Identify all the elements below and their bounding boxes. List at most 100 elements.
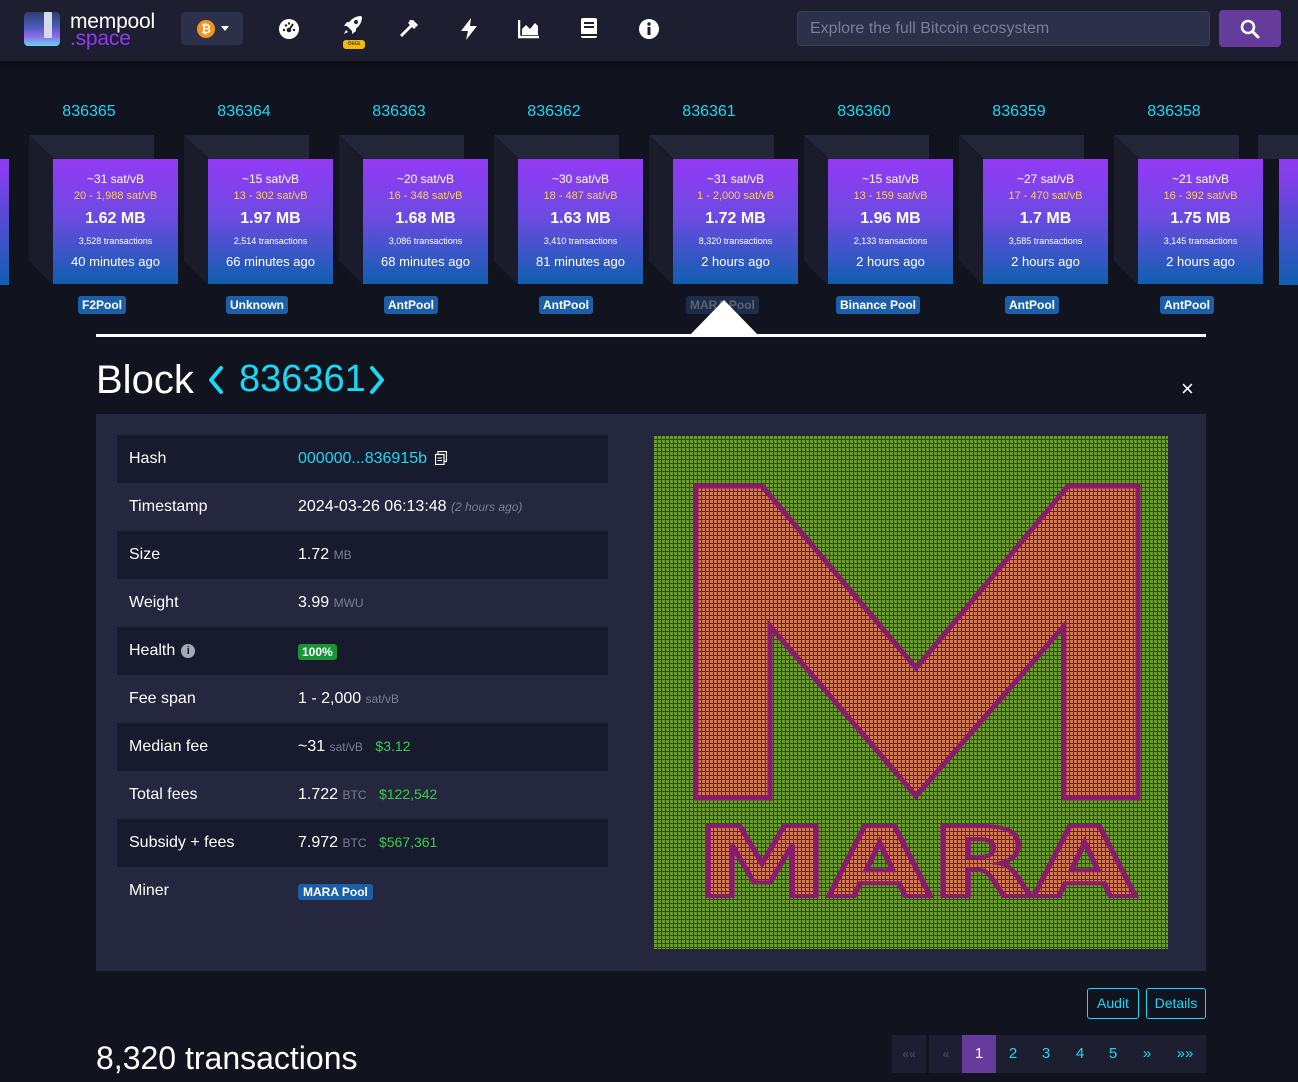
copy-icon[interactable] xyxy=(435,450,448,466)
block-hash-link[interactable]: 000000...836915b xyxy=(298,450,427,467)
block-height-link[interactable]: 836361 xyxy=(634,103,784,121)
hammer-icon[interactable] xyxy=(396,16,422,42)
lightning-icon[interactable] xyxy=(456,16,482,42)
pool-badge[interactable]: Binance Pool xyxy=(836,296,921,314)
pool-badge[interactable]: AntPool xyxy=(384,296,438,314)
block-cube-face: ~21 sat/vB 16 - 392 sat/vB 1.75 MB 3,145 tr… xyxy=(1138,159,1263,284)
block-time: 81 minutes ago xyxy=(536,254,625,269)
detail-value: 1 - 2,000 sat/vB xyxy=(298,690,399,708)
block-fee-range: 13 - 302 sat/vB xyxy=(233,190,308,202)
pool-badge[interactable]: AntPool xyxy=(1160,296,1214,314)
block-height-link[interactable]: 836365 xyxy=(14,103,164,121)
dashboard-icon[interactable] xyxy=(276,16,302,42)
block-height-link[interactable]: 836358 xyxy=(1099,103,1249,121)
info-icon[interactable] xyxy=(636,16,662,42)
block-cube[interactable]: ~30 sat/vB 18 - 487 sat/vB 1.63 MB 3,410 tr… xyxy=(494,135,643,285)
block-tx-count: 8,320 transactions xyxy=(698,236,773,246)
block-836362[interactable]: 836362 ~30 sat/vB 18 - 487 sat/vB 1.63 MB 3,… xyxy=(479,95,643,325)
page-title: Block xyxy=(96,358,194,402)
block-height-link[interactable]: 836360 xyxy=(789,103,939,121)
mempool-logo[interactable]: mempool .space xyxy=(24,10,174,50)
pagination-page-1[interactable]: 1 xyxy=(962,1035,996,1073)
block-cube[interactable]: ~15 sat/vB 13 - 302 sat/vB 1.97 MB 2,514 tr… xyxy=(184,135,333,285)
pagination-page-5[interactable]: 5 xyxy=(1096,1035,1130,1073)
block-836364[interactable]: 836364 ~15 sat/vB 13 - 302 sat/vB 1.97 MB 2,… xyxy=(169,95,333,325)
block-fee-range: 16 - 348 sat/vB xyxy=(388,190,463,202)
block-tx-count: 2,133 transactions xyxy=(853,236,928,246)
pagination-next[interactable]: » xyxy=(1130,1035,1164,1073)
pagination-page-4[interactable]: 4 xyxy=(1063,1035,1097,1073)
block-median-fee: ~27 sat/vB xyxy=(1016,172,1075,186)
book-icon[interactable] xyxy=(576,16,602,42)
rocket-icon[interactable] xyxy=(340,12,366,38)
network-selector-button[interactable]: ₿ xyxy=(181,12,243,45)
detail-value: 1.72 MB xyxy=(298,546,352,564)
search-button[interactable] xyxy=(1219,10,1281,47)
close-icon[interactable]: × xyxy=(1181,378,1194,400)
audit-button[interactable]: Audit xyxy=(1087,988,1139,1019)
pool-badge[interactable]: AntPool xyxy=(1005,296,1059,314)
pagination-prev[interactable]: « xyxy=(929,1035,963,1073)
pagination-last[interactable]: »» xyxy=(1164,1035,1206,1073)
block-cube[interactable]: ~31 sat/vB 1 - 2,000 sat/vB 1.72 MB 8,320 t… xyxy=(649,135,798,285)
detail-label: Total fees xyxy=(129,786,198,803)
detail-value: 7.972 BTC $567,361 xyxy=(298,834,437,852)
block-size: 1.62 MB xyxy=(85,210,146,227)
block-size: 1.63 MB xyxy=(550,210,611,227)
bitcoin-icon: ₿ xyxy=(197,20,215,38)
pool-badge[interactable]: Unknown xyxy=(226,296,288,314)
block-median-fee: ~15 sat/vB xyxy=(241,172,300,186)
pool-badge[interactable]: F2Pool xyxy=(78,296,127,314)
block-partial-left[interactable] xyxy=(0,159,9,285)
block-height-link[interactable]: 836359 xyxy=(944,103,1094,121)
block-836360[interactable]: 836360 ~15 sat/vB 13 - 159 sat/vB 1.96 MB 2,… xyxy=(789,95,953,325)
block-details-panel: Hash 000000...836915b Timestamp 2024-03-… xyxy=(96,414,1206,971)
block-height-link[interactable]: 836362 xyxy=(479,103,629,121)
block-836358[interactable]: 836358 ~21 sat/vB 16 - 392 sat/vB 1.75 MB 3,… xyxy=(1099,95,1263,325)
block-cube-side xyxy=(29,135,53,285)
block-time: 68 minutes ago xyxy=(381,254,470,269)
timestamp-value: 2024-03-26 06:13:48 xyxy=(298,498,447,515)
block-cube-side xyxy=(339,135,363,285)
detail-value: 1.722 BTC $122,542 xyxy=(298,786,437,804)
block-median-fee: ~30 sat/vB xyxy=(551,172,610,186)
median-fee-fiat: $3.12 xyxy=(375,738,411,754)
pagination-first[interactable]: «« xyxy=(892,1035,926,1073)
pagination-page-2[interactable]: 2 xyxy=(996,1035,1030,1073)
block-cube-face: ~30 sat/vB 18 - 487 sat/vB 1.63 MB 3,410 tr… xyxy=(518,159,643,284)
details-button[interactable]: Details xyxy=(1146,988,1206,1019)
block-tx-count: 3,145 transactions xyxy=(1163,236,1238,246)
block-836361[interactable]: 836361 ~31 sat/vB 1 - 2,000 sat/vB 1.72 MB 8… xyxy=(634,95,798,325)
detail-row-miner: Miner MARA Pool xyxy=(117,867,608,915)
info-icon[interactable]: i xyxy=(181,644,196,658)
detail-label: Hash xyxy=(129,450,167,467)
median-fee-value: ~31 xyxy=(298,738,326,755)
block-cube-side xyxy=(804,135,828,285)
pagination-page-3[interactable]: 3 xyxy=(1029,1035,1063,1073)
block-836359[interactable]: 836359 ~27 sat/vB 17 - 470 sat/vB 1.7 MB 3,5… xyxy=(944,95,1108,325)
block-cube[interactable]: ~27 sat/vB 17 - 470 sat/vB 1.7 MB 3,585 tra… xyxy=(959,135,1108,285)
search-input[interactable] xyxy=(797,11,1210,46)
block-height-link[interactable]: 836363 xyxy=(324,103,474,121)
block-tx-count: 2,514 transactions xyxy=(233,236,308,246)
block-partial-right[interactable] xyxy=(1279,159,1298,285)
previous-block-chevron-icon[interactable] xyxy=(205,362,227,398)
block-836365[interactable]: 836365 ~31 sat/vB 20 - 1,988 sat/vB 1.62 MB… xyxy=(14,95,178,325)
detail-row-median-fee: Median fee ~31 sat/vB $3.12 xyxy=(117,723,608,771)
block-height-link[interactable]: 836364 xyxy=(169,103,319,121)
miner-badge[interactable]: MARA Pool xyxy=(298,884,373,900)
block-median-fee: ~20 sat/vB xyxy=(396,172,455,186)
block-cube[interactable]: ~31 sat/vB 20 - 1,988 sat/vB 1.62 MB 3,528 … xyxy=(29,135,178,285)
subsidy-fees-unit: BTC xyxy=(342,836,367,850)
next-block-chevron-icon[interactable] xyxy=(366,362,388,398)
block-tx-count: 3,410 transactions xyxy=(543,236,618,246)
chart-icon[interactable] xyxy=(516,16,542,42)
pool-badge[interactable]: AntPool xyxy=(539,296,593,314)
detail-value: 100% xyxy=(298,643,337,661)
block-cube[interactable]: ~15 sat/vB 13 - 159 sat/vB 1.96 MB 2,133 tr… xyxy=(804,135,953,285)
median-fee-unit: sat/vB xyxy=(329,740,363,754)
block-cube[interactable]: ~21 sat/vB 16 - 392 sat/vB 1.75 MB 3,145 tr… xyxy=(1114,135,1263,285)
block-cube[interactable]: ~20 sat/vB 16 - 348 sat/vB 1.68 MB 3,086 tr… xyxy=(339,135,488,285)
block-836363[interactable]: 836363 ~20 sat/vB 16 - 348 sat/vB 1.68 MB 3,… xyxy=(324,95,488,325)
block-visualization[interactable]: MARA xyxy=(654,436,1168,949)
